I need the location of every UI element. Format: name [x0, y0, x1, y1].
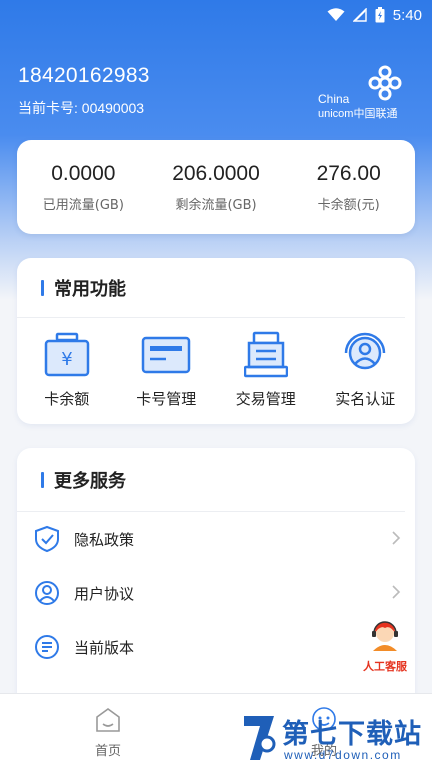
stat-value: 0.0000 [51, 162, 116, 185]
chevron-right-icon [392, 585, 401, 599]
used-data-stat[interactable]: 0.0000 已用流量(GB) [17, 140, 150, 234]
signal-icon [352, 8, 367, 22]
function-card-management[interactable]: 卡号管理 [117, 330, 217, 409]
customer-service-button[interactable]: 人工客服 [358, 617, 412, 673]
section-title-text: 更多服务 [54, 470, 126, 492]
service-current-version[interactable]: 当前版本 [17, 620, 415, 674]
stats-card: 0.0000 已用流量(GB) 206.0000 剩余流量(GB) 276.00… [17, 140, 415, 234]
function-label: 交易管理 [235, 390, 296, 408]
service-user-agreement[interactable]: 用户协议 [17, 566, 415, 620]
unicom-knot-icon [368, 65, 402, 101]
brand-line-2: unicom中国联通 [318, 108, 398, 120]
function-label: 卡余额 [44, 390, 90, 408]
svg-text:¥: ¥ [61, 349, 72, 370]
function-transaction-management[interactable]: 交易管理 [216, 330, 316, 409]
service-label: 当前版本 [74, 638, 135, 657]
list-icon [35, 635, 59, 659]
title-accent-bar [41, 279, 44, 296]
home-icon [96, 708, 120, 732]
brand-line-1: China [318, 92, 350, 106]
section-title: 更多服务 [17, 448, 405, 512]
stat-label: 卡余额(元) [317, 198, 380, 213]
section-title-text: 常用功能 [54, 278, 126, 300]
stat-value: 276.00 [316, 162, 381, 185]
more-services-panel: 更多服务 隐私政策 用户协议 当前版本 [17, 448, 415, 708]
wifi-icon [327, 8, 345, 21]
tab-home[interactable]: 首页 [68, 706, 148, 759]
status-bar: 5:40 [0, 0, 432, 30]
service-privacy-policy[interactable]: 隐私政策 [17, 512, 415, 566]
service-label: 隐私政策 [74, 530, 135, 549]
transaction-icon [243, 331, 288, 378]
user-icon [35, 581, 59, 605]
tab-label: 首页 [94, 744, 121, 759]
current-card-number: 当前卡号: 00490003 [18, 100, 145, 116]
service-label: 用户协议 [74, 584, 135, 603]
function-label: 实名认证 [335, 390, 396, 408]
agent-avatar-icon [372, 621, 398, 651]
watermark-logo-icon [244, 716, 276, 760]
chevron-right-icon [392, 531, 401, 545]
stat-label: 已用流量(GB) [42, 198, 124, 213]
wallet-icon: ¥ [44, 332, 89, 377]
common-functions-panel: 常用功能 ¥ 卡余额 卡号管理 交易管理 实名认证 [17, 258, 415, 424]
stat-label: 剩余流量(GB) [175, 198, 257, 213]
battery-icon [375, 7, 385, 23]
title-accent-bar [41, 471, 44, 488]
shield-icon [35, 525, 59, 553]
stat-value: 206.0000 [172, 162, 260, 185]
function-real-name-verification[interactable]: 实名认证 [316, 330, 416, 409]
function-label: 卡号管理 [136, 390, 197, 408]
watermark-url: www.d7down.com [284, 748, 402, 762]
section-title: 常用功能 [17, 258, 405, 318]
watermark: 第七下载站 www.d7down.com [240, 708, 432, 768]
card-balance-stat[interactable]: 276.00 卡余额(元) [282, 140, 415, 234]
china-unicom-logo: China unicom中国联通 [318, 64, 422, 120]
customer-service-label: 人工客服 [363, 660, 407, 673]
user-verify-icon [345, 332, 386, 370]
card-icon [142, 336, 191, 374]
function-card-balance[interactable]: ¥ 卡余额 [17, 330, 117, 409]
watermark-title: 第七下载站 [282, 719, 422, 750]
remaining-data-stat[interactable]: 206.0000 剩余流量(GB) [150, 140, 283, 234]
phone-number: 18420162983 [18, 64, 150, 87]
clock: 5:40 [392, 6, 422, 24]
